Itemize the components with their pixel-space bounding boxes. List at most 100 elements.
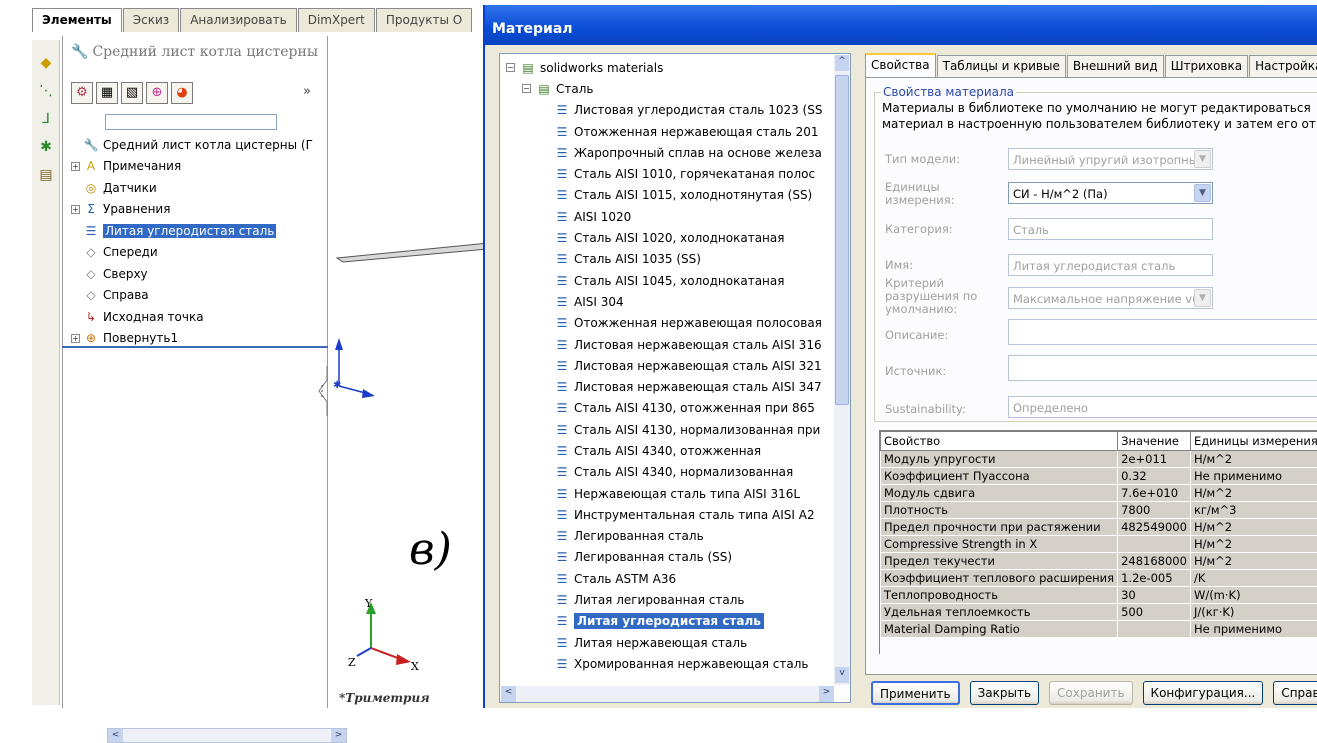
material-item[interactable]: ☰Листовая углеродистая сталь 1023 (SS	[506, 100, 836, 121]
material-item[interactable]: ☰Сталь AISI 1035 (SS)	[506, 249, 836, 270]
material-item[interactable]: ☰AISI 304	[506, 291, 836, 312]
close-button[interactable]: Закрыть	[970, 681, 1039, 705]
tab-dimxpert[interactable]: DimXpert	[298, 8, 375, 32]
tab-crosshatch[interactable]: Штриховка	[1165, 55, 1248, 77]
column-header-value[interactable]: Значение	[1118, 432, 1191, 451]
dimxpert-manager-tab-button[interactable]: ⊕	[146, 82, 168, 104]
graphics-viewport[interactable]: ✱ в) Y X Z *Триметрия	[329, 36, 492, 708]
scroll-right-arrow-icon[interactable]: >	[331, 729, 346, 742]
material-item[interactable]: ☰Инструментальная сталь типа AISI A2	[506, 504, 836, 525]
material-item[interactable]: ☰Сталь AISI 1020, холоднокатаная	[506, 227, 836, 248]
scroll-left-arrow-icon[interactable]: <	[501, 686, 516, 702]
material-item[interactable]: ☰Сталь AISI 1010, горячекатаная полос	[506, 163, 836, 184]
help-button[interactable]: Справка	[1273, 681, 1317, 705]
table-row[interactable]: Коэффициент Пуассона0.32Не применимо	[881, 468, 1317, 485]
scroll-right-arrow-icon[interactable]: >	[819, 686, 834, 702]
material-item[interactable]: ☰Хромированная нержавеющая сталь	[506, 653, 836, 674]
scroll-thumb[interactable]	[835, 75, 849, 405]
column-header-units[interactable]: Единицы измерения	[1190, 432, 1317, 451]
collapse-toggle-icon[interactable]: −	[522, 84, 531, 93]
material-tree-vertical-scrollbar[interactable]: ^ v	[834, 55, 850, 685]
table-row[interactable]: Удельная теплоемкость500J/(кг·K)	[881, 604, 1317, 621]
configuration-button[interactable]: Конфигурация...	[1143, 681, 1264, 705]
column-header-property[interactable]: Свойство	[881, 432, 1118, 451]
table-row[interactable]: Модуль сдвига7.6e+010Н/м^2	[881, 485, 1317, 502]
tree-item[interactable]: +AПримечания	[71, 156, 323, 178]
panel-collapse-handle[interactable]	[317, 366, 329, 416]
apply-button[interactable]: Применить	[871, 681, 960, 705]
tab-features[interactable]: Элементы	[32, 8, 122, 32]
panel-split-divider[interactable]	[62, 346, 328, 348]
material-item[interactable]: ☰Сталь AISI 4130, отожженная при 865	[506, 398, 836, 419]
units-cell: J/(кг·K)	[1190, 604, 1317, 621]
material-item[interactable]: ☰Сталь AISI 1015, холоднотянутая (SS)	[506, 185, 836, 206]
smart-dimension-icon[interactable]: ◆	[37, 54, 55, 72]
feature-manager-tab-button[interactable]: ⚙	[71, 82, 93, 104]
material-item[interactable]: ☰Листовая нержавеющая сталь AISI 316	[506, 334, 836, 355]
tab-tables-curves[interactable]: Таблицы и кривые	[937, 55, 1066, 77]
tree-item[interactable]: ◎Датчики	[71, 177, 323, 199]
expand-panel-button[interactable]: »	[303, 84, 311, 99]
scroll-down-arrow-icon[interactable]: v	[835, 667, 849, 683]
units-select[interactable]: СИ - Н/м^2 (Па)▼	[1008, 182, 1213, 204]
table-row[interactable]: Теплопроводность30W/(m·K)	[881, 587, 1317, 604]
tree-item[interactable]: 🔧Средний лист котла цистерны (Г	[71, 134, 323, 156]
material-item[interactable]: ☰Сталь AISI 4340, нормализованная	[506, 462, 836, 483]
tree-item[interactable]: ◇Спереди	[71, 242, 323, 264]
tree-item[interactable]: ◇Справа	[71, 285, 323, 307]
property-manager-tab-button[interactable]: ▦	[96, 82, 118, 104]
mate-tool-icon[interactable]: ▤	[37, 166, 55, 184]
material-item[interactable]: ☰Легированная сталь	[506, 526, 836, 547]
material-tree-horizontal-scrollbar[interactable]: < >	[501, 686, 834, 702]
tree-item[interactable]: ↳Исходная точка	[71, 306, 323, 328]
expand-toggle-icon[interactable]: +	[71, 162, 80, 171]
material-item[interactable]: ☰Сталь AISI 4130, нормализованная при	[506, 419, 836, 440]
line-tool-icon[interactable]: ⋱	[37, 82, 55, 100]
material-item[interactable]: ☰Литая углеродистая сталь	[506, 611, 836, 632]
material-item[interactable]: ☰Жаропрочный сплав на основе железа	[506, 142, 836, 163]
tab-properties[interactable]: Свойства	[865, 53, 936, 77]
expand-toggle-icon[interactable]: +	[71, 205, 80, 214]
collapse-toggle-icon[interactable]: −	[506, 63, 515, 72]
table-row[interactable]: Плотность7800кг/м^3	[881, 502, 1317, 519]
tab-products[interactable]: Продукты О	[376, 8, 472, 32]
tree-item[interactable]: +ΣУравнения	[71, 199, 323, 221]
point-tool-icon[interactable]: ✱	[37, 138, 55, 156]
tab-sketch[interactable]: Эскиз	[123, 8, 179, 32]
material-item[interactable]: ☰Нержавеющая сталь типа AISI 316L	[506, 483, 836, 504]
table-row[interactable]: Предел прочности при растяжении482549000…	[881, 519, 1317, 536]
material-item[interactable]: ☰Отожженная нержавеющая сталь 201	[506, 121, 836, 142]
material-item[interactable]: ☰Листовая нержавеющая сталь AISI 347	[506, 376, 836, 397]
tab-appearance[interactable]: Внешний вид	[1067, 55, 1164, 77]
tree-filter-input[interactable]	[105, 114, 277, 130]
material-item[interactable]: ☰AISI 1020	[506, 206, 836, 227]
tree-item[interactable]: ◇Сверху	[71, 263, 323, 285]
panel-horizontal-scrollbar[interactable]: < >	[107, 728, 347, 743]
display-manager-tab-button[interactable]: ◕	[171, 82, 193, 104]
table-row[interactable]: Material Damping RatioНе применимо	[881, 621, 1317, 638]
scroll-left-arrow-icon[interactable]: <	[108, 729, 123, 742]
tab-custom[interactable]: Настройка	[1249, 55, 1317, 77]
material-item[interactable]: ☰Сталь ASTM A36	[506, 568, 836, 589]
material-item[interactable]: ☰Сталь AISI 1045, холоднокатаная	[506, 270, 836, 291]
material-item[interactable]: ☰Отожженная нержавеющая полосовая	[506, 313, 836, 334]
table-row[interactable]: Коэффициент теплового расширения1.2e-005…	[881, 570, 1317, 587]
origin-tool-icon[interactable]: ⅃	[37, 110, 55, 128]
material-item[interactable]: ☰Листовая нержавеющая сталь AISI 321	[506, 355, 836, 376]
expand-toggle-icon[interactable]: +	[71, 334, 80, 343]
tab-evaluate[interactable]: Анализировать	[180, 8, 297, 32]
material-item[interactable]: ☰Литая легированная сталь	[506, 589, 836, 610]
scroll-up-arrow-icon[interactable]: ^	[835, 55, 849, 71]
chevron-down-icon[interactable]: ▼	[1194, 184, 1211, 202]
tree-folder[interactable]: −▤Сталь	[506, 78, 836, 99]
material-item[interactable]: ☰Литая нержавеющая сталь	[506, 632, 836, 653]
configuration-manager-tab-button[interactable]: ▧	[121, 82, 143, 104]
tree-item[interactable]: ☰Литая углеродистая сталь	[71, 220, 323, 242]
dialog-title-bar[interactable]: Материал	[485, 5, 1317, 45]
material-item[interactable]: ☰Сталь AISI 4340, отожженная	[506, 440, 836, 461]
material-item[interactable]: ☰Легированная сталь (SS)	[506, 547, 836, 568]
table-row[interactable]: Модуль упругости2e+011Н/м^2	[881, 451, 1317, 468]
tree-folder[interactable]: −▤solidworks materials	[506, 57, 836, 78]
table-row[interactable]: Compressive Strength in XН/м^2	[881, 536, 1317, 553]
table-row[interactable]: Предел текучести248168000Н/м^2	[881, 553, 1317, 570]
